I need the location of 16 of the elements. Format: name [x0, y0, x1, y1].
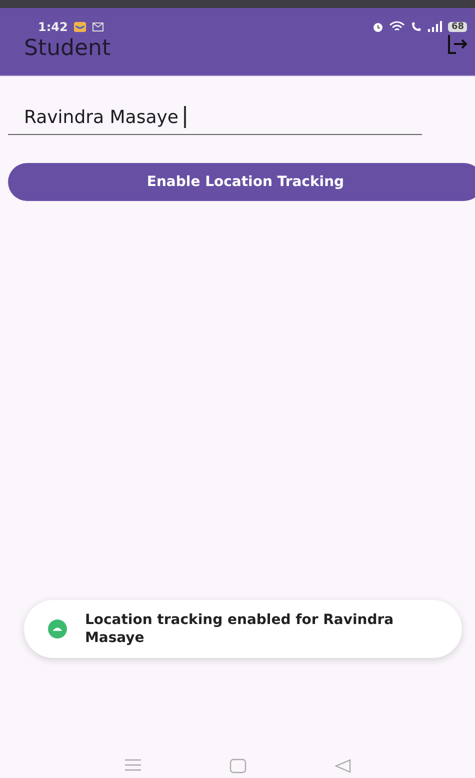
call-icon: [410, 21, 422, 33]
app-title: Student: [24, 38, 111, 60]
signal-icon: [427, 21, 444, 33]
app-notification-icon: [72, 21, 87, 33]
app-icon: [48, 619, 67, 639]
menu-icon[interactable]: [124, 758, 142, 772]
status-time: 1:42: [38, 20, 68, 34]
alarm-icon: [372, 21, 384, 33]
battery-indicator: 68: [448, 22, 467, 32]
mail-icon: [92, 22, 104, 32]
back-icon[interactable]: [334, 758, 352, 774]
enable-tracking-button[interactable]: Enable Location Tracking: [8, 163, 475, 201]
wifi-icon: [389, 21, 406, 33]
name-field[interactable]: Ravindra Masaye: [8, 100, 422, 135]
toast-message: Location tracking enabled for Ravindra Masaye: [84, 610, 395, 648]
home-icon[interactable]: [228, 758, 246, 774]
